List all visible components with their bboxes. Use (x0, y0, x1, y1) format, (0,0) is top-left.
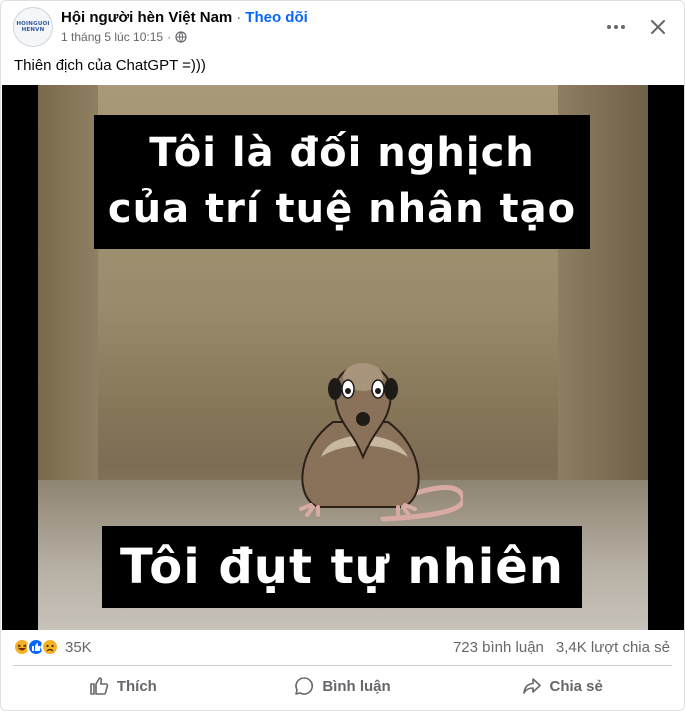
post-meta: Hội người hèn Việt Nam · Theo dõi 1 thán… (61, 9, 308, 45)
sad-reaction-icon (41, 638, 59, 656)
comment-count[interactable]: 723 bình luận (453, 639, 544, 656)
like-label: Thích (116, 677, 157, 695)
reaction-count[interactable]: 35K (65, 639, 92, 656)
caption-top-line2: của trí tuệ nhân tạo (107, 186, 577, 232)
share-label: Chia sẻ (549, 677, 603, 695)
rat-illustration (299, 363, 463, 522)
wall-left (38, 85, 98, 485)
comment-label: Bình luận (322, 677, 391, 695)
close-icon[interactable] (644, 13, 672, 41)
post-card: HOINGUOI HENVN Hội người hèn Việt Nam · … (0, 0, 685, 711)
like-button[interactable]: Thích (13, 669, 233, 703)
post-image[interactable]: Tôi là đối nghịch của trí tuệ nhân tạo T… (2, 85, 684, 630)
globe-icon (175, 31, 187, 43)
post-header: HOINGUOI HENVN Hội người hèn Việt Nam · … (13, 7, 672, 47)
follow-button[interactable]: Theo dõi (245, 9, 308, 27)
comment-icon (295, 677, 314, 695)
caption-top-line1: Tôi là đối nghịch (149, 130, 535, 176)
page-avatar[interactable]: HOINGUOI HENVN (13, 7, 53, 47)
page-name-link[interactable]: Hội người hèn Việt Nam (61, 9, 232, 27)
meme-photo: Tôi là đối nghịch của trí tuệ nhân tạo T… (38, 85, 648, 630)
meta-dot: · (167, 30, 172, 44)
share-button[interactable]: Chia sẻ (452, 669, 672, 703)
divider (13, 665, 672, 666)
reaction-icons[interactable] (13, 638, 59, 656)
post-timestamp[interactable]: 1 tháng 5 lúc 10:15 (61, 29, 163, 45)
separator-dot: · (236, 9, 242, 26)
more-options-icon[interactable] (602, 13, 630, 41)
action-bar: Thích Bình luận Chia sẻ (13, 669, 672, 703)
reactions-bar: 35K 723 bình luận 3,4K lượt chia sẻ (13, 635, 670, 659)
thumbs-up-icon (90, 677, 109, 695)
caption-top: Tôi là đối nghịch của trí tuệ nhân tạo (94, 115, 590, 249)
post-text: Thiên địch của ChatGPT =))) (14, 57, 206, 74)
avatar-text-line2: HENVN (21, 27, 45, 33)
share-icon (522, 678, 541, 694)
comment-button[interactable]: Bình luận (233, 669, 453, 703)
caption-bottom: Tôi đụt tự nhiên (102, 526, 582, 608)
share-count[interactable]: 3,4K lượt chia sẻ (556, 639, 670, 656)
